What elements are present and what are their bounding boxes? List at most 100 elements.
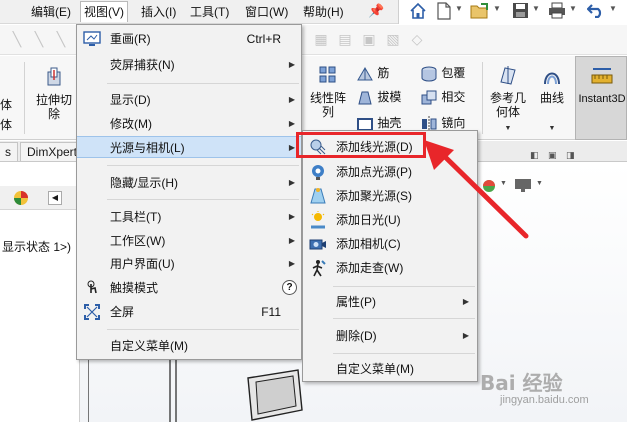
- sunlight-icon: [311, 211, 325, 229]
- submenu-arrow-icon: ▶: [288, 95, 295, 104]
- watermark-logo: Bai 经验: [480, 371, 563, 395]
- submenu-arrow-icon: ▶: [288, 60, 295, 69]
- menu-divider: [107, 199, 299, 200]
- curves-button[interactable]: 曲线 ▼: [534, 64, 570, 136]
- ribbon-fragment[interactable]: 体: [0, 96, 12, 114]
- menu-window[interactable]: 窗口(W): [242, 3, 291, 21]
- menu-item-customize-menu[interactable]: 自定义菜单(M): [77, 335, 301, 357]
- shortcut-label: Ctrl+R: [246, 32, 281, 46]
- home-icon[interactable]: [407, 2, 429, 22]
- quick-access-toolbar: ▼ ▼ ▼ ▼ ▼: [398, 0, 627, 24]
- reference-geometry-button[interactable]: 参考几 何体 ▼: [484, 64, 532, 136]
- wrap-button[interactable]: 包覆: [420, 64, 465, 83]
- walkthrough-icon: [312, 260, 326, 277]
- chevron-down-icon[interactable]: ▼: [536, 180, 543, 187]
- chevron-down-icon[interactable]: ▼: [493, 4, 501, 13]
- menu-item-workspace[interactable]: 工作区(W) ▶: [77, 230, 301, 252]
- pin-icon[interactable]: 📌: [368, 3, 384, 19]
- reference-geometry-label: 参考几 何体: [489, 91, 526, 119]
- menu-edit[interactable]: 编辑(E): [28, 3, 74, 21]
- undo-icon[interactable]: [585, 2, 607, 22]
- menu-item-hide-show[interactable]: 隐藏/显示(H) ▶: [77, 172, 301, 194]
- menu-tools[interactable]: 工具(T): [187, 3, 232, 21]
- pane-right-icon[interactable]: ◨: [566, 150, 575, 161]
- chevron-down-icon[interactable]: ▼: [534, 122, 570, 136]
- menu-item-label: 删除(D): [336, 329, 377, 343]
- feature-manager-tabs: ◀: [0, 186, 80, 210]
- shortcut-label: F11: [261, 305, 281, 319]
- rib-icon: [357, 66, 373, 81]
- menu-item-label: 添加日光(U): [336, 213, 401, 227]
- menu-item-label: 自定义菜单(M): [110, 339, 188, 353]
- tab-dimxpert[interactable]: DimXpert: [20, 142, 85, 161]
- sketch-tool-icon[interactable]: ▤: [336, 30, 354, 48]
- chevron-down-icon[interactable]: ▼: [455, 4, 463, 13]
- draft-icon: [358, 91, 372, 105]
- appearance-icon[interactable]: [12, 189, 30, 207]
- sketch-tool-icon[interactable]: ╲: [52, 30, 70, 48]
- draft-label: 拔模: [377, 90, 402, 104]
- menu-item-modify[interactable]: 修改(M) ▶: [77, 113, 301, 135]
- menu-item-fullscreen[interactable]: 全屏 F11: [77, 301, 301, 323]
- menu-item-redraw[interactable]: 重画(R) Ctrl+R: [77, 28, 301, 50]
- submenu-arrow-icon: ▶: [288, 119, 295, 128]
- menu-help[interactable]: 帮助(H): [300, 3, 347, 21]
- menu-item-display[interactable]: 显示(D) ▶: [77, 89, 301, 111]
- save-icon[interactable]: [509, 2, 531, 22]
- menu-item-delete[interactable]: 删除(D) ▶: [303, 324, 477, 348]
- menu-item-lights-and-cameras[interactable]: 光源与相机(L) ▶: [77, 136, 301, 158]
- chevron-down-icon[interactable]: ▼: [484, 122, 532, 136]
- menu-view[interactable]: 视图(V): [80, 1, 128, 22]
- pane-split-icon[interactable]: ▣: [548, 150, 557, 161]
- tab-partial[interactable]: s: [0, 142, 18, 161]
- menu-item-touch-mode[interactable]: 触摸模式 ?: [77, 277, 301, 299]
- new-document-icon[interactable]: [433, 2, 455, 22]
- extrude-cut-button[interactable]: 拉伸切 除: [30, 66, 78, 121]
- submenu-arrow-icon: ▶: [462, 297, 469, 306]
- wrap-icon: [421, 66, 437, 82]
- sketch-tool-icon[interactable]: ╲: [8, 30, 26, 48]
- instant3d-button[interactable]: Instant3D: [575, 56, 627, 140]
- menu-item-label: 添加点光源(P): [336, 165, 412, 179]
- menu-item-properties[interactable]: 属性(P) ▶: [303, 290, 477, 314]
- chevron-down-icon[interactable]: ▼: [609, 4, 617, 13]
- chevron-down-icon[interactable]: ▼: [532, 4, 540, 13]
- help-icon[interactable]: ?: [282, 280, 297, 295]
- intersect-button[interactable]: 相交: [420, 88, 465, 107]
- menu-insert[interactable]: 插入(I): [138, 3, 179, 21]
- sketch-tool-icon[interactable]: ╲: [30, 30, 48, 48]
- sketch-tool-icon[interactable]: ▧: [384, 30, 402, 48]
- print-icon[interactable]: [546, 2, 568, 22]
- submenu-arrow-icon: ▶: [288, 178, 295, 187]
- submenu-arrow-icon: ▶: [462, 331, 469, 340]
- sketch-tool-icon[interactable]: ▣: [360, 30, 378, 48]
- ribbon-fragment[interactable]: 体: [0, 116, 12, 134]
- menu-item-add-walkthrough[interactable]: 添加走查(W): [303, 256, 477, 280]
- open-folder-icon[interactable]: [469, 2, 491, 22]
- instant3d-label: Instant3D: [578, 93, 626, 105]
- draft-button[interactable]: 拔模: [356, 88, 401, 107]
- submenu-arrow-icon: ▶: [288, 143, 295, 152]
- touch-icon: [87, 280, 97, 294]
- sketch-tool-icon[interactable]: ▦: [312, 30, 330, 48]
- menu-item-toolbars[interactable]: 工具栏(T) ▶: [77, 206, 301, 228]
- extrude-cut-label: 拉伸切 除: [35, 93, 72, 121]
- sketch-tool-icon[interactable]: ◇: [408, 30, 426, 48]
- pane-left-icon[interactable]: ◧: [530, 150, 539, 161]
- rib-button[interactable]: 筋: [356, 64, 389, 83]
- linear-pattern-label: 线性阵 列: [309, 91, 346, 119]
- menu-item-user-interface[interactable]: 用户界面(U) ▶: [77, 253, 301, 275]
- menu-item-customize-menu[interactable]: 自定义菜单(M): [303, 357, 477, 381]
- ribbon-divider: [24, 62, 25, 134]
- chevron-down-icon[interactable]: ▼: [569, 4, 577, 13]
- menu-item-label: 光源与相机(L): [110, 141, 185, 155]
- instant3d-icon: [591, 68, 613, 84]
- scroll-left-icon[interactable]: ◀: [48, 191, 62, 205]
- menu-item-label: 显示(D): [110, 93, 151, 107]
- spot-light-icon: [310, 188, 326, 204]
- linear-pattern-icon: [319, 66, 336, 83]
- highlight-box: [296, 132, 426, 158]
- menu-item-label: 属性(P): [336, 295, 376, 309]
- linear-pattern-button[interactable]: 线性阵 列: [304, 64, 352, 119]
- menu-item-screen-capture[interactable]: 荧屏捕获(N) ▶: [77, 54, 301, 76]
